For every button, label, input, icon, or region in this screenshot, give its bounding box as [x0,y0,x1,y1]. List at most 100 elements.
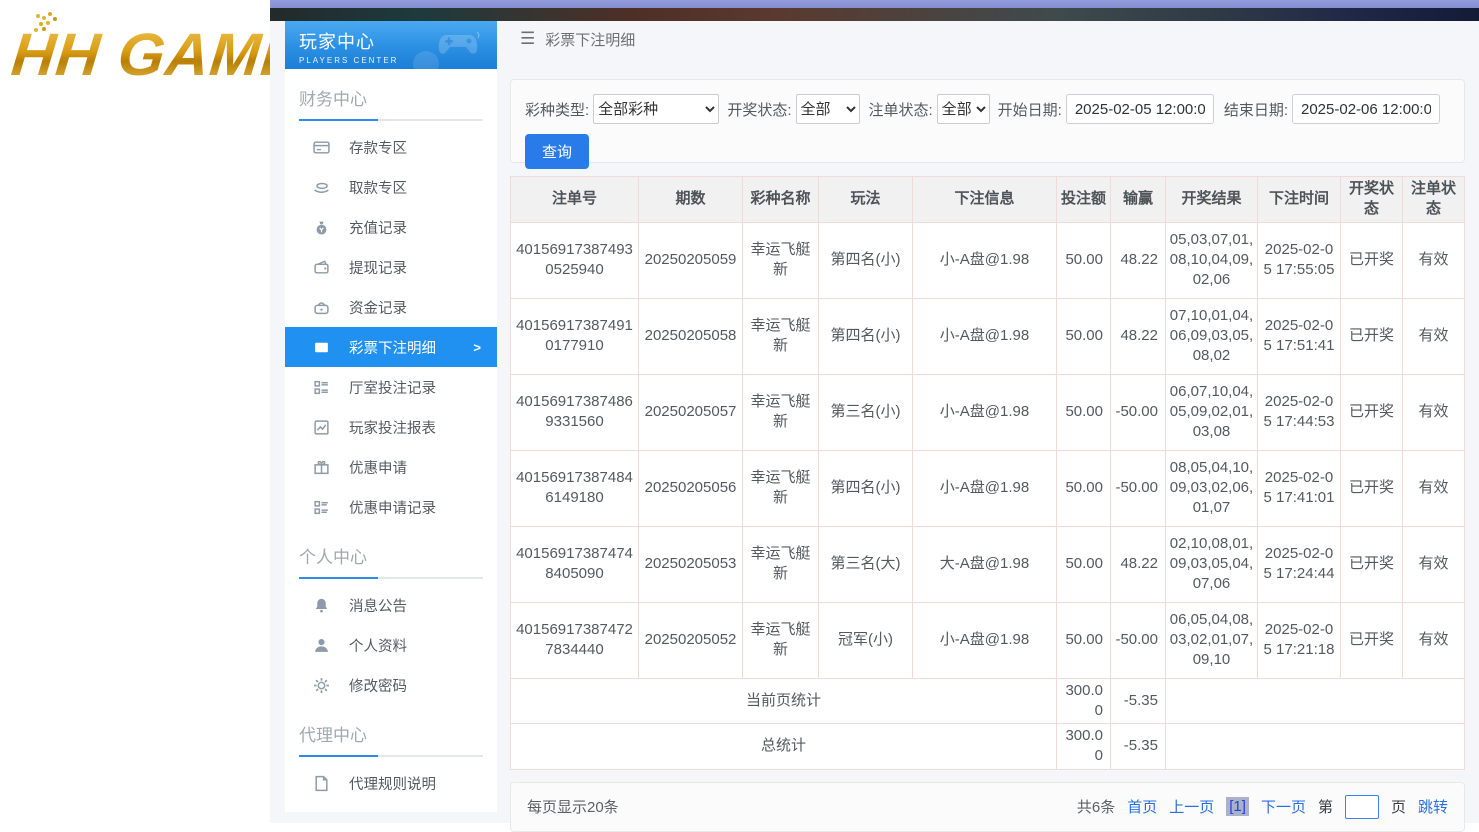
draw-status-select[interactable]: 全部 [796,94,861,124]
order-status-label: 注单状态: [868,99,932,120]
current-page-indicator: [1] [1226,797,1249,816]
summary-bet-total: 300.00 [1057,724,1111,770]
sidebar-item-password-gear[interactable]: 修改密码> [285,665,497,705]
cell-order-no: 401569173874869331560 [511,374,639,450]
cell-play-type: 第四名(小) [819,222,913,298]
sidebar-item-room-bet-list[interactable]: 厅室投注记录> [285,367,497,407]
sidebar: 玩家中心 PLAYERS CENTER 财务中心存款专区>取款专区>充值记录>提… [285,21,497,812]
section-title: 财务中心 [299,85,483,110]
summary-empty [1166,724,1465,770]
top-dark-banner [270,8,1479,21]
order-status-select[interactable]: 全部 [937,94,990,124]
section-underline [299,577,483,579]
cell-play-type: 第三名(小) [819,374,913,450]
table-row: 40156917387484614918020250205056幸运飞艇新第四名… [511,450,1465,526]
next-page-link[interactable]: 下一页 [1261,796,1306,817]
table-row: 40156917387486933156020250205057幸运飞艇新第三名… [511,374,1465,450]
promo-gift-icon [313,459,330,476]
start-date-input[interactable] [1066,94,1214,124]
cell-bet-amount: 50.00 [1057,526,1111,602]
sidebar-item-withdraw-hand[interactable]: 取款专区> [285,167,497,207]
cell-bet-amount: 50.00 [1057,222,1111,298]
sidebar-item-notice-bell[interactable]: 消息公告> [285,585,497,625]
room-bet-list-icon [313,379,330,396]
lottery-type-select[interactable]: 全部彩种 [593,94,719,124]
summary-row: 总统计300.00-5.35 [511,724,1465,770]
cell-play-type: 第四名(小) [819,450,913,526]
cell-order-no: 401569173874727834440 [511,602,639,678]
profile-person-icon [313,637,330,654]
sidebar-item-recharge-bag[interactable]: 充值记录> [285,207,497,247]
sidebar-item-promo-gift[interactable]: 优惠申请> [285,447,497,487]
cell-bet-time: 2025-02-05 17:51:41 [1258,298,1341,374]
sidebar-item-report-chart[interactable]: 玩家投注报表> [285,407,497,447]
cell-bet-info: 小-A盘@1.98 [913,298,1057,374]
page-size-text: 每页显示20条 [527,796,619,817]
search-button[interactable]: 查询 [525,134,589,169]
logo-sparkle-dots [36,14,40,18]
filter-panel: 彩种类型: 全部彩种 开奖状态: 全部 注单状态: 全部 开始日期: 结束日期:… [510,79,1465,163]
site-logo: HH GAME [8,20,270,89]
section-underline [299,755,483,757]
cell-draw-result: 06,07,10,04,05,09,02,01,03,08 [1166,374,1258,450]
sidebar-item-agent-team-news[interactable]: 代理团队统计> [285,803,497,812]
col-header-lottery-name: 彩种名称 [743,177,819,223]
sidebar-item-label: 修改密码 [349,675,407,696]
first-page-link[interactable]: 首页 [1127,796,1157,817]
sidebar-section: 个人中心 [285,543,497,579]
jump-button[interactable]: 跳转 [1418,796,1448,817]
cell-win-lose: -50.00 [1111,602,1166,678]
cell-lottery-name: 幸运飞艇新 [743,222,819,298]
cell-period: 20250205059 [639,222,743,298]
bet-detail-table: 注单号期数彩种名称玩法下注信息投注额输赢开奖结果下注时间开奖状态注单状态4015… [510,176,1465,770]
prev-page-link[interactable]: 上一页 [1169,796,1214,817]
cell-play-type: 第四名(小) [819,298,913,374]
cell-lottery-name: 幸运飞艇新 [743,602,819,678]
cell-draw-result: 06,05,04,08,03,02,01,07,09,10 [1166,602,1258,678]
cell-bet-amount: 50.00 [1057,374,1111,450]
jump-prefix-text: 第 [1318,796,1333,817]
col-header-draw-status: 开奖状态 [1341,177,1403,223]
sidebar-item-lottery-detail[interactable]: 彩票下注明细> [285,327,497,367]
site-logo-panel: HH GAME [0,0,270,823]
sidebar-item-label: 优惠申请记录 [349,497,436,518]
cell-draw-status: 已开奖 [1341,602,1403,678]
funds-purse-icon [313,299,330,316]
cell-bet-info: 小-A盘@1.98 [913,222,1057,298]
table-row: 40156917387493052594020250205059幸运飞艇新第四名… [511,222,1465,298]
sidebar-item-withdraw-record[interactable]: 提现记录> [285,247,497,287]
cell-win-lose: 48.22 [1111,298,1166,374]
sidebar-section: 代理中心 [285,721,497,757]
notice-bell-icon [313,597,330,614]
promo-record-icon [313,499,330,516]
start-date-label: 开始日期: [998,99,1062,120]
sidebar-item-agent-rule-doc[interactable]: 代理规则说明> [285,763,497,803]
cell-play-type: 冠军(小) [819,602,913,678]
summary-win-lose-total: -5.35 [1111,678,1166,724]
sidebar-item-profile-person[interactable]: 个人资料> [285,625,497,665]
cell-lottery-name: 幸运飞艇新 [743,450,819,526]
hamburger-menu-icon[interactable]: ☰ [520,29,535,49]
page-jump-input[interactable] [1345,795,1379,819]
sidebar-item-promo-record[interactable]: 优惠申请记录> [285,487,497,527]
table-row: 40156917387474840509020250205053幸运飞艇新第三名… [511,526,1465,602]
cell-order-status: 有效 [1403,602,1465,678]
summary-win-lose-total: -5.35 [1111,724,1166,770]
sidebar-item-label: 个人资料 [349,635,407,656]
sidebar-sections: 财务中心存款专区>取款专区>充值记录>提现记录>资金记录>彩票下注明细>厅室投注… [285,85,497,812]
withdraw-hand-icon [313,179,330,196]
table-header-row: 注单号期数彩种名称玩法下注信息投注额输赢开奖结果下注时间开奖状态注单状态 [511,177,1465,223]
end-date-input[interactable] [1292,94,1440,124]
cell-draw-status: 已开奖 [1341,450,1403,526]
cell-bet-amount: 50.00 [1057,298,1111,374]
sidebar-item-label: 彩票下注明细 [349,337,436,358]
sidebar-item-bank-card[interactable]: 存款专区> [285,127,497,167]
cell-draw-status: 已开奖 [1341,374,1403,450]
sidebar-item-funds-purse[interactable]: 资金记录> [285,287,497,327]
cell-play-type: 第三名(大) [819,526,913,602]
bet-detail-table-wrap: 注单号期数彩种名称玩法下注信息投注额输赢开奖结果下注时间开奖状态注单状态4015… [510,176,1465,770]
col-header-period: 期数 [639,177,743,223]
draw-status-label: 开奖状态: [727,99,791,120]
content-area: ☰ 彩票下注明细 彩种类型: 全部彩种 开奖状态: 全部 注单状态: 全部 开始… [510,21,1465,832]
gamepad-icon [437,29,483,64]
